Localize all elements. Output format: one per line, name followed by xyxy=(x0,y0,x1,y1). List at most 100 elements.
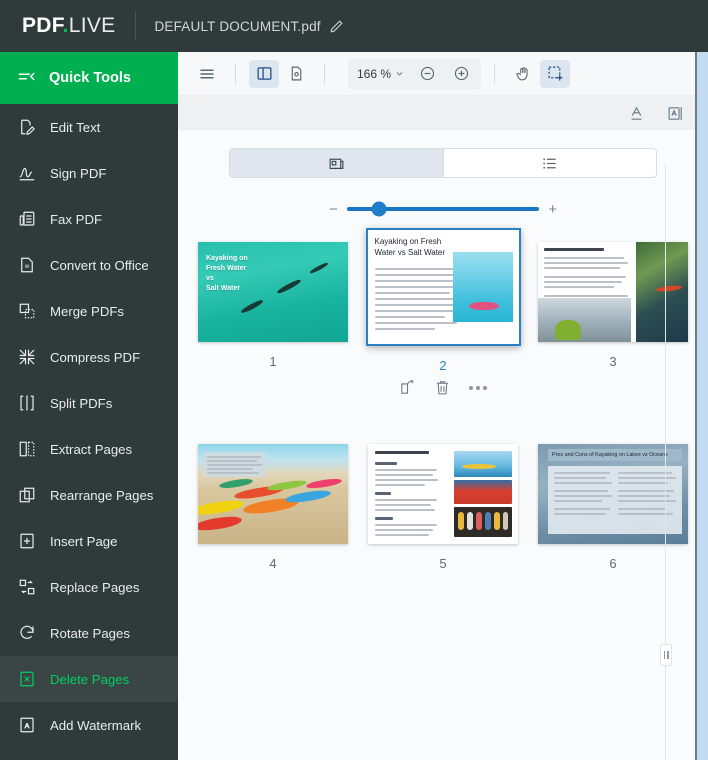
sidebar-item-label: Extract Pages xyxy=(50,441,133,457)
zoom-out-button[interactable] xyxy=(412,60,442,88)
pan-tool-button[interactable] xyxy=(508,60,538,88)
list-view-tab[interactable] xyxy=(442,149,657,177)
page-number-label: 1 xyxy=(269,354,277,369)
page-thumbnail-2[interactable]: Kayaking on Fresh Water vs Salt Water xyxy=(365,228,521,346)
page-5-photo-1 xyxy=(454,451,512,477)
quick-tools-label: Quick Tools xyxy=(49,70,131,86)
drag-resize-handle xyxy=(663,651,665,659)
svg-text:A: A xyxy=(25,723,30,730)
pencil-icon[interactable] xyxy=(329,19,344,34)
sidebar-item-extract-pages[interactable]: Extract Pages xyxy=(0,426,178,472)
app-logo[interactable]: PDF.LIVE xyxy=(22,14,115,38)
extract-pages-icon xyxy=(19,441,35,457)
zoom-level-value: 166 % xyxy=(357,66,392,81)
word-document-icon: w xyxy=(21,257,33,273)
text-underline-button[interactable] xyxy=(628,105,645,122)
more-options-icon xyxy=(476,385,480,390)
split-icon xyxy=(20,395,34,411)
hand-pan-icon xyxy=(516,67,528,81)
drag-resize-handle xyxy=(667,651,669,659)
sidebar-item-compress-pdf[interactable]: Compress PDF xyxy=(0,334,178,380)
toolbar-divider xyxy=(235,63,236,84)
sidebar-item-split-pdfs[interactable]: Split PDFs xyxy=(0,380,178,426)
page-thumbnails-grid: Kayaking on Fresh Water vs Salt Water 1 Kay… xyxy=(178,228,708,571)
pdf-live-app: PDF.LIVE DEFAULT DOCUMENT.pdf Quick Tool… xyxy=(0,0,708,760)
signature-icon xyxy=(19,167,35,181)
sidebar-item-add-watermark[interactable]: A Add Watermark xyxy=(0,702,178,748)
slider-minus-label[interactable]: − xyxy=(329,202,338,217)
text-box-button[interactable] xyxy=(667,105,684,122)
sidebar-item-merge-pdfs[interactable]: Merge PDFs xyxy=(0,288,178,334)
sidebar-toggle-button[interactable] xyxy=(249,59,279,88)
sidebar-item-replace-pages[interactable]: Replace Pages xyxy=(0,564,178,610)
zoom-in-button[interactable] xyxy=(446,60,476,88)
quick-tools-header[interactable]: Quick Tools xyxy=(0,52,178,104)
sidebar-item-label: Compress PDF xyxy=(50,349,141,365)
grid-view-tab[interactable] xyxy=(230,149,443,177)
page-settings-button[interactable] xyxy=(281,60,311,88)
page-4-artwork xyxy=(198,444,348,544)
sidebar-item-label: Convert to Office xyxy=(50,257,149,273)
page-number-label: 4 xyxy=(269,556,277,571)
zoom-in-icon xyxy=(454,66,468,81)
sidebar-item-delete-pages[interactable]: Delete Pages xyxy=(0,656,178,702)
document-title: DEFAULT DOCUMENT.pdf xyxy=(154,18,321,34)
page-thumbnail-5[interactable] xyxy=(368,444,518,544)
grid-view-icon xyxy=(329,158,344,169)
sidebar-item-rearrange-pages[interactable]: Rearrange Pages xyxy=(0,472,178,518)
delete-page-button[interactable] xyxy=(434,379,451,396)
pages-panel: − + Kayaking on Fresh Water vs Salt Wate… xyxy=(178,130,708,760)
sidebar-item-label: Delete Pages xyxy=(50,671,130,687)
zoom-level-dropdown[interactable]: 166 % xyxy=(353,67,408,81)
sidebar-item-edit-text[interactable]: Edit Text xyxy=(0,104,178,150)
sidebar-item-label: Add Watermark xyxy=(50,717,142,733)
sidebar-item-sign-pdf[interactable]: Sign PDF xyxy=(0,150,178,196)
sidebar-item-insert-page[interactable]: Insert Page xyxy=(0,518,178,564)
logo-live: LIVE xyxy=(68,14,116,37)
page-thumbnail-4[interactable] xyxy=(198,444,348,544)
watermark-icon: A xyxy=(20,717,34,733)
select-area-button[interactable] xyxy=(540,59,571,88)
sidebar-item-rotate-pages[interactable]: Rotate Pages xyxy=(0,610,178,656)
page-3-photo xyxy=(636,242,688,342)
sidebar-item-fax-pdf[interactable]: Fax PDF xyxy=(0,196,178,242)
page-5-photo-2 xyxy=(454,480,512,504)
slider-track[interactable] xyxy=(346,201,540,217)
collapse-menu-icon xyxy=(18,72,35,81)
panel-resize-handle[interactable] xyxy=(660,644,672,666)
slider-thumb[interactable] xyxy=(371,201,387,217)
page-2-heading: Kayaking on Fresh Water vs Salt Water xyxy=(374,237,446,257)
rotate-page-button[interactable] xyxy=(399,379,416,396)
thumbnail-row-1: Kayaking on Fresh Water vs Salt Water 1 Kay… xyxy=(178,228,708,396)
slider-plus-label[interactable]: + xyxy=(548,202,557,217)
view-mode-toggle xyxy=(229,148,657,178)
text-underline-icon xyxy=(631,106,642,120)
toolbar-divider-3 xyxy=(494,63,496,84)
page-3-green-kayak xyxy=(554,320,581,340)
thumbnail-size-slider[interactable]: − + xyxy=(329,198,557,220)
page-thumbnail-1[interactable]: Kayaking on Fresh Water vs Salt Water xyxy=(198,242,348,342)
more-options-icon xyxy=(469,385,473,390)
page-number-label: 6 xyxy=(609,556,617,571)
sidebar-item-label: Fax PDF xyxy=(50,211,103,227)
sidebar-item-convert-to-office[interactable]: w Convert to Office xyxy=(0,242,178,288)
page-2-kayak-shape xyxy=(468,302,499,310)
document-toolbar: 166 % xyxy=(178,52,708,96)
rearrange-pages-icon xyxy=(19,487,35,503)
sidebar-item-label: Split PDFs xyxy=(50,395,113,411)
page-3-red-kayak xyxy=(655,284,683,293)
document-viewer-rail[interactable] xyxy=(697,52,708,760)
document-title-area[interactable]: DEFAULT DOCUMENT.pdf xyxy=(154,19,343,34)
text-tools-row xyxy=(178,96,708,130)
rotate-pages-icon xyxy=(20,625,34,639)
trash-delete-icon xyxy=(436,381,449,395)
fax-icon xyxy=(19,211,35,226)
page-cell-1: Kayaking on Fresh Water vs Salt Water 1 xyxy=(198,242,348,369)
more-options-button[interactable] xyxy=(469,385,487,390)
more-options-icon xyxy=(483,385,487,390)
page-6-heading: Pros and Cons of Kayaking on Lakes vs Oc… xyxy=(552,452,668,458)
top-bar: PDF.LIVE DEFAULT DOCUMENT.pdf xyxy=(0,0,708,52)
main-area: 166 % − + Kayaking on Fresh Water vs Sal… xyxy=(178,52,708,760)
replace-pages-icon xyxy=(19,579,35,595)
hamburger-menu-button[interactable] xyxy=(192,60,222,88)
